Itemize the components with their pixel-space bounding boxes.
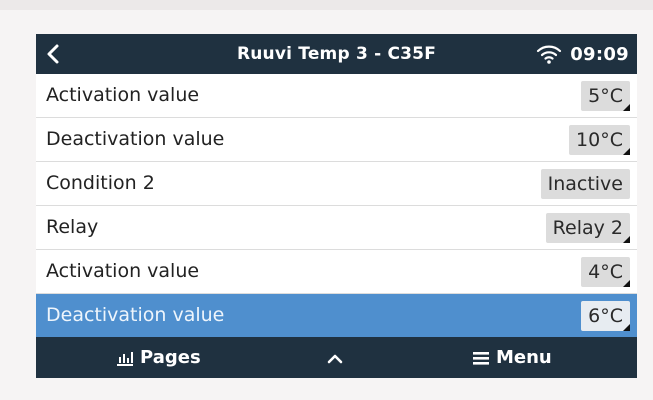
row-label: Deactivation value — [46, 128, 225, 150]
edit-corner-icon — [623, 148, 630, 155]
header-bar: Ruuvi Temp 3 - C35F 09:09 — [36, 34, 637, 74]
value-box[interactable]: 6°C — [581, 301, 630, 331]
footer-bar: Pages Menu — [36, 337, 637, 378]
list-item[interactable]: Condition 2 Inactive — [36, 162, 637, 206]
value-text: 4°C — [588, 261, 623, 283]
value-text: 6°C — [588, 305, 623, 327]
pages-icon — [117, 351, 133, 366]
value-text: 5°C — [588, 85, 623, 107]
list-item-selected[interactable]: Deactivation value 6°C — [36, 294, 637, 338]
value-box[interactable]: 10°C — [569, 125, 630, 155]
list-item[interactable]: Deactivation value 10°C — [36, 118, 637, 162]
row-label: Activation value — [46, 84, 200, 106]
chevron-up-icon — [327, 354, 343, 363]
row-label: Deactivation value — [46, 304, 225, 326]
list-item[interactable]: Activation value 4°C — [36, 250, 637, 294]
value-box[interactable]: Relay 2 — [545, 213, 630, 243]
status-area: 09:09 — [536, 34, 629, 74]
edit-corner-icon — [623, 104, 630, 111]
edit-corner-icon — [623, 280, 630, 287]
menu-button[interactable]: Menu — [472, 337, 552, 378]
value-box[interactable]: 4°C — [581, 257, 630, 287]
menu-label: Menu — [496, 347, 552, 368]
scroll-up-button[interactable] — [326, 337, 344, 378]
value-text: Relay 2 — [552, 217, 623, 239]
device-screen: Ruuvi Temp 3 - C35F 09:09 Activation val… — [36, 34, 637, 378]
row-label: Activation value — [46, 260, 200, 282]
list-item[interactable]: Activation value 5°C — [36, 74, 637, 118]
pages-label: Pages — [140, 347, 201, 368]
menu-icon — [473, 351, 489, 365]
edit-corner-icon — [623, 324, 630, 331]
value-box[interactable]: 5°C — [581, 81, 630, 111]
settings-list: Activation value 5°C Deactivation value … — [36, 74, 637, 338]
wifi-icon — [537, 45, 562, 64]
value-text: Inactive — [547, 173, 623, 195]
row-label: Condition 2 — [46, 172, 155, 194]
value-box[interactable]: Inactive — [540, 169, 630, 199]
window-top-edge — [0, 0, 653, 10]
edit-corner-icon — [623, 236, 630, 243]
pages-button[interactable]: Pages — [116, 337, 201, 378]
row-label: Relay — [46, 216, 99, 238]
list-item[interactable]: Relay Relay 2 — [36, 206, 637, 250]
clock-time: 09:09 — [570, 43, 629, 65]
value-text: 10°C — [576, 129, 623, 151]
